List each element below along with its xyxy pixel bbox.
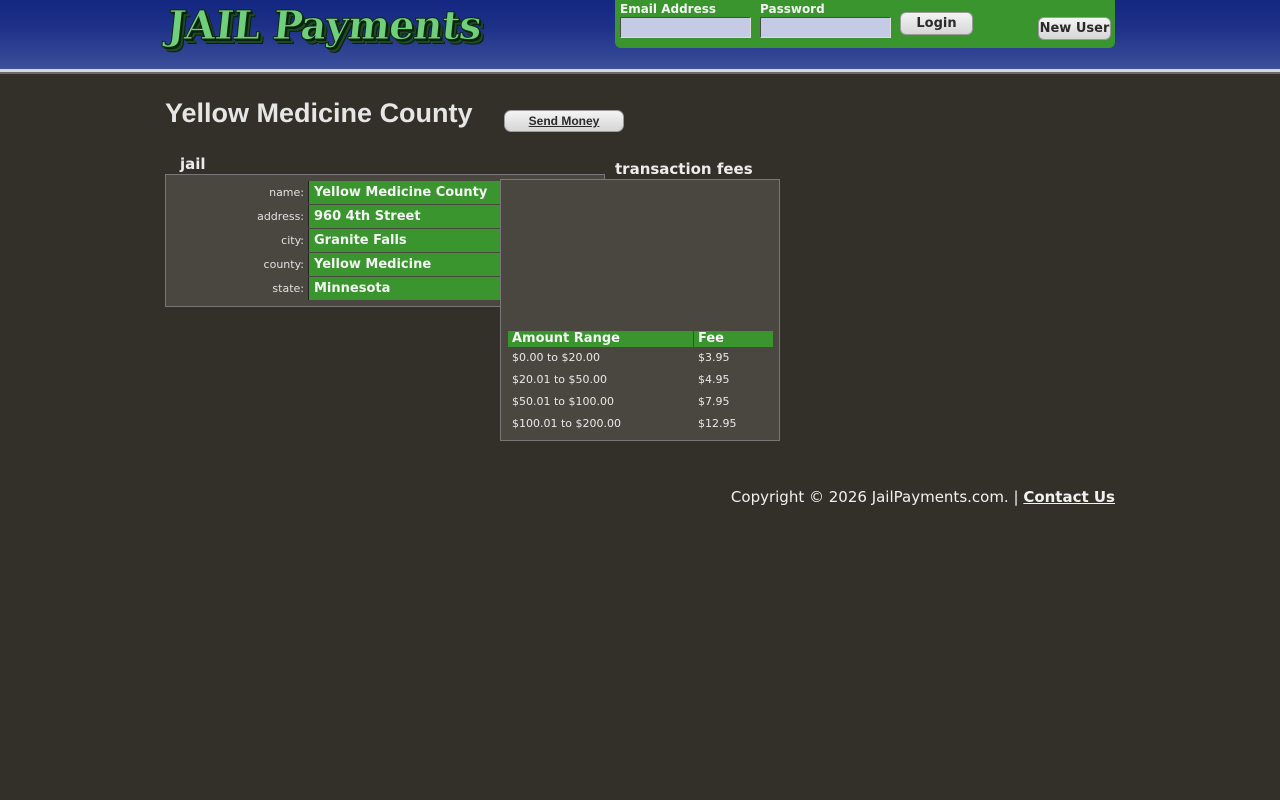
fee-column-header-range: Amount Range bbox=[508, 331, 693, 347]
page-footer: Copyright © 2026 JailPayments.com. | Con… bbox=[731, 488, 1115, 506]
login-button[interactable]: Login bbox=[900, 12, 973, 35]
email-label: Email Address bbox=[620, 2, 717, 16]
fee-amount-cell: $4.95 bbox=[698, 373, 730, 386]
jail-key: address: bbox=[257, 210, 304, 223]
fees-panel: Amount Range Fee $0.00 to $20.00 $3.95 $… bbox=[500, 179, 780, 441]
send-money-button[interactable]: Send Money bbox=[504, 110, 624, 132]
jail-key: state: bbox=[272, 282, 304, 295]
jail-key: county: bbox=[263, 258, 304, 271]
site-logo[interactable]: JAIL Payments bbox=[164, 2, 484, 50]
fee-range-cell: $0.00 to $20.00 bbox=[512, 351, 601, 364]
password-field[interactable] bbox=[760, 17, 891, 38]
fees-section-label: transaction fees bbox=[615, 160, 753, 178]
new-user-button[interactable]: New User bbox=[1038, 17, 1111, 40]
page-title: Yellow Medicine County bbox=[165, 98, 473, 128]
password-label: Password bbox=[760, 2, 825, 16]
copyright-text: Copyright © 2026 JailPayments.com. | bbox=[730, 488, 1019, 506]
fee-range-cell: $100.01 to $200.00 bbox=[512, 417, 622, 430]
fee-range-cell: $20.01 to $50.00 bbox=[512, 373, 608, 386]
fee-amount-cell: $12.95 bbox=[698, 417, 737, 430]
login-form: Email Address Password Login New User bbox=[615, 0, 1115, 48]
header-divider-shadow bbox=[0, 72, 1280, 74]
fee-amount-cell: $3.95 bbox=[698, 351, 730, 364]
jail-key: city: bbox=[281, 234, 304, 247]
fee-column-header-fee: Fee bbox=[694, 331, 773, 347]
email-field[interactable] bbox=[620, 17, 751, 38]
jail-section-label: jail bbox=[180, 155, 206, 173]
fee-amount-cell: $7.95 bbox=[698, 395, 730, 408]
site-header: JAIL Payments Email Address Password Log… bbox=[0, 0, 1280, 69]
jail-key: name: bbox=[269, 186, 304, 199]
contact-us-link[interactable]: Contact Us bbox=[1023, 488, 1115, 506]
fee-range-cell: $50.01 to $100.00 bbox=[512, 395, 615, 408]
